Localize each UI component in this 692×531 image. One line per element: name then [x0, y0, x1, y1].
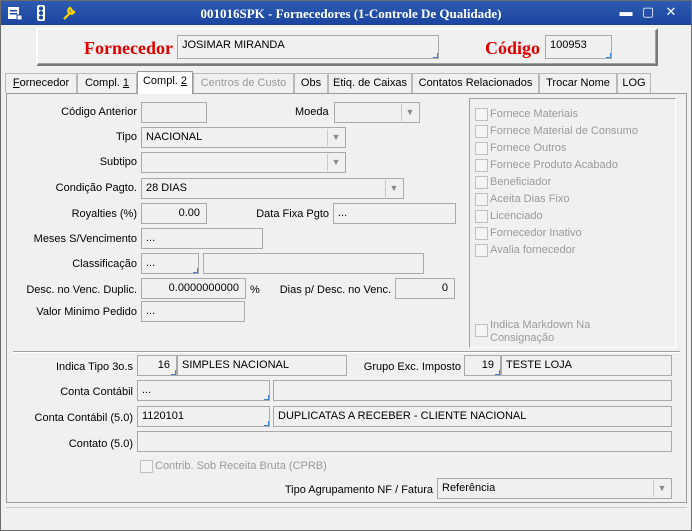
maximize-button[interactable]: ▢	[640, 5, 656, 19]
fornece-outros-label: Fornece Outros	[490, 142, 567, 154]
fornecedor-name-field[interactable]: JOSIMAR MIRANDA	[177, 35, 439, 59]
codigo-anterior-label: Código Anterior	[61, 106, 137, 118]
subtipo-label: Subtipo	[99, 156, 137, 168]
desc-venc-field[interactable]: 0.0000000000	[141, 278, 246, 299]
fornece-materiais-checkbox[interactable]	[475, 108, 488, 121]
cprb-checkbox[interactable]	[140, 460, 153, 473]
chevron-down-icon[interactable]: ▼	[385, 180, 402, 197]
desc-venc-label: Desc. no Venc. Duplic.	[26, 284, 137, 296]
supplier-window: 001016SPK - Fornecedores (1-Controle De …	[0, 0, 692, 531]
section-divider	[13, 351, 680, 353]
avalia-fornecedor-checkbox[interactable]	[475, 244, 488, 257]
royalties-label: Royalties (%)	[71, 208, 137, 220]
tab-bar: Fornecedor Compl. 1 Compl. 2 Centros de …	[5, 71, 689, 94]
beneficiador-label: Beneficiador	[490, 176, 552, 188]
conta-contabil-desc-field	[273, 380, 672, 401]
tab-log[interactable]: LOG	[617, 73, 651, 93]
cprb-label: Contrib. Sob Receita Bruta (CPRB)	[155, 460, 327, 472]
chevron-down-icon[interactable]: ▼	[327, 154, 344, 171]
minimize-button[interactable]: ▬	[618, 5, 634, 19]
classificacao-label: Classificação	[72, 258, 137, 270]
fornecedor-label: Fornecedor	[84, 38, 173, 58]
aceita-dias-fixo-label: Aceita Dias Fixo	[490, 193, 570, 205]
fornece-outros-checkbox[interactable]	[475, 142, 488, 155]
tipo-agrupamento-combo[interactable]: Referência ▼	[437, 478, 672, 499]
markdown-checkbox-label: Indica Markdown Na Consignação	[490, 319, 591, 344]
percent-unit: %	[250, 284, 260, 296]
indica-tipo-label: Indica Tipo 3o.s	[55, 361, 133, 373]
condicao-pagto-label: Condição Pagto.	[55, 182, 137, 194]
moeda-combo[interactable]: ▼	[334, 102, 420, 123]
tipo-combo[interactable]: NACIONAL ▼	[141, 127, 346, 148]
window-menu-icon[interactable]	[7, 5, 23, 21]
fornece-produto-acabado-label: Fornece Produto Acabado	[490, 159, 618, 171]
codigo-label: Código	[485, 38, 541, 58]
fornece-material-consumo-label: Fornece Material de Consumo	[490, 125, 638, 137]
tab-fornecedor[interactable]: Fornecedor	[5, 73, 77, 93]
close-button[interactable]: ✕	[663, 5, 679, 19]
status-bar	[6, 507, 687, 527]
licenciado-label: Licenciado	[490, 210, 543, 222]
tab-centros-de-custo[interactable]: Centros de Custo	[193, 73, 294, 93]
title-bar: 001016SPK - Fornecedores (1-Controle De …	[1, 1, 691, 25]
grupo-imposto-desc-field: TESTE LOJA	[501, 355, 672, 376]
classificacao-desc-field	[203, 253, 424, 274]
window-title: 001016SPK - Fornecedores (1-Controle De …	[200, 6, 502, 21]
fornece-material-consumo-checkbox[interactable]	[475, 125, 488, 138]
subtipo-combo[interactable]: ▼	[141, 152, 346, 173]
data-fixa-field[interactable]: ...	[333, 203, 456, 224]
markdown-checkbox[interactable]	[475, 324, 488, 337]
dias-desc-label: Dias p/ Desc. no Venc.	[279, 284, 391, 296]
conta-contabil-50-code-field[interactable]: 1120101	[137, 406, 270, 427]
fornece-produto-acabado-checkbox[interactable]	[475, 159, 488, 172]
traffic-light-icon[interactable]	[33, 5, 49, 21]
fornece-materiais-label: Fornece Materiais	[490, 108, 579, 120]
contato-label: Contato (5.0)	[68, 438, 133, 450]
fornecedor-inativo-label: Fornecedor Inativo	[490, 227, 582, 239]
valor-minimo-field[interactable]: ...	[141, 301, 245, 322]
indica-tipo-code-field[interactable]: 16	[137, 355, 177, 376]
grupo-imposto-label: Grupo Exc. Imposto	[363, 361, 461, 373]
conta-contabil-label: Conta Contábil	[60, 386, 133, 398]
contato-field[interactable]	[137, 431, 672, 452]
codigo-anterior-field[interactable]	[141, 102, 207, 123]
chevron-down-icon[interactable]: ▼	[653, 480, 670, 497]
valor-minimo-label: Valor Minimo Pedido	[36, 306, 137, 318]
tab-compl-1[interactable]: Compl. 1	[77, 73, 137, 93]
conta-contabil-code-field[interactable]: ...	[137, 380, 270, 401]
meses-vencimento-label: Meses S/Vencimento	[33, 233, 137, 245]
tipo-label: Tipo	[116, 131, 137, 143]
licenciado-checkbox[interactable]	[475, 210, 488, 223]
tipo-agrupamento-label: Tipo Agrupamento NF / Fatura	[284, 484, 433, 496]
data-fixa-label: Data Fixa Pgto	[256, 208, 329, 220]
condicao-pagto-combo[interactable]: 28 DIAS ▼	[141, 178, 404, 199]
grupo-imposto-code-field[interactable]: 19	[464, 355, 501, 376]
meses-vencimento-field[interactable]: ...	[141, 228, 263, 249]
tab-content-compl-2: Código Anterior Moeda ▼ Tipo NACIONAL ▼ S…	[6, 93, 687, 503]
wrench-icon[interactable]	[61, 5, 77, 21]
dias-desc-field[interactable]: 0	[395, 278, 455, 299]
conta-contabil-50-label: Conta Contábil (5.0)	[34, 412, 133, 424]
royalties-field[interactable]: 0.00	[141, 203, 207, 224]
conta-contabil-50-desc-field: DUPLICATAS A RECEBER - CLIENTE NACIONAL	[273, 406, 672, 427]
fornecedor-inativo-checkbox[interactable]	[475, 227, 488, 240]
aceita-dias-fixo-checkbox[interactable]	[475, 193, 488, 206]
tab-compl-2[interactable]: Compl. 2	[137, 71, 193, 94]
tab-etiq-de-caixas[interactable]: Etiq. de Caixas	[328, 73, 412, 93]
indica-tipo-desc-field: SIMPLES NACIONAL	[177, 355, 347, 376]
chevron-down-icon[interactable]: ▼	[327, 129, 344, 146]
tab-obs[interactable]: Obs	[294, 73, 328, 93]
tab-trocar-nome[interactable]: Trocar Nome	[539, 73, 617, 93]
beneficiador-checkbox[interactable]	[475, 176, 488, 189]
classificacao-code-field[interactable]: ...	[141, 253, 199, 274]
chevron-down-icon[interactable]: ▼	[401, 104, 418, 121]
moeda-label: Moeda	[295, 106, 329, 118]
avalia-fornecedor-label: Avalia fornecedor	[490, 244, 576, 256]
tab-contatos-relacionados[interactable]: Contatos Relacionados	[412, 73, 539, 93]
codigo-field[interactable]: 100953	[545, 35, 612, 59]
